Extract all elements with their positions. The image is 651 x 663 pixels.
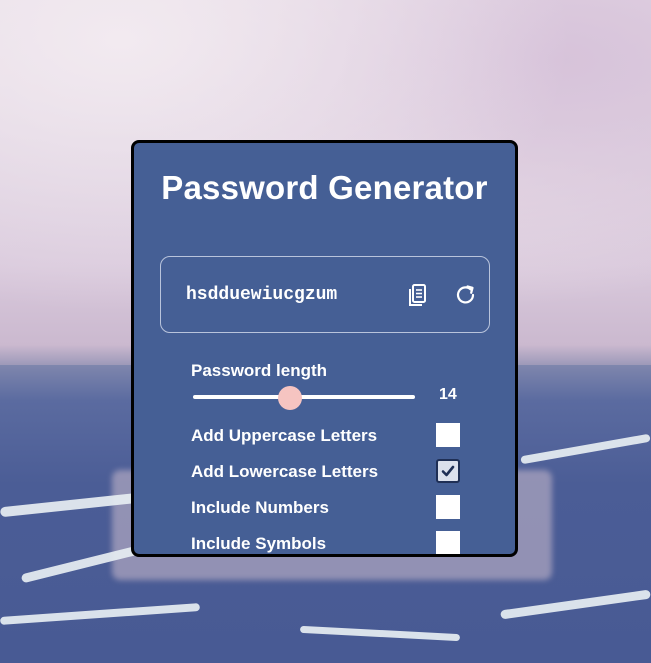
clipboard-icon xyxy=(409,284,426,306)
lowercase-label: Add Lowercase Letters xyxy=(191,462,379,481)
password-text: hsdduewiucgzum xyxy=(186,285,338,305)
password-length-label: Password length xyxy=(191,361,328,380)
password-generator-card: Password Generator hsdduewiucgzum Passwo… xyxy=(131,140,518,557)
checkmark-icon xyxy=(441,465,455,477)
numbers-label: Include Numbers xyxy=(191,498,329,517)
password-length-value: 14 xyxy=(439,386,457,403)
symbols-label: Include Symbols xyxy=(191,534,327,553)
uppercase-label: Add Uppercase Letters xyxy=(191,426,378,445)
length-slider-track[interactable] xyxy=(193,395,415,399)
uppercase-checkbox[interactable] xyxy=(436,423,460,447)
symbols-checkbox[interactable] xyxy=(436,531,460,554)
lowercase-checkbox[interactable] xyxy=(436,459,460,483)
refresh-icon xyxy=(456,285,475,304)
password-output: hsdduewiucgzum xyxy=(160,256,490,333)
page-title: Password Generator xyxy=(161,169,488,206)
length-slider-thumb[interactable] xyxy=(278,386,303,410)
refresh-button[interactable] xyxy=(453,282,479,308)
copy-button[interactable] xyxy=(405,282,431,308)
numbers-checkbox[interactable] xyxy=(436,495,460,519)
